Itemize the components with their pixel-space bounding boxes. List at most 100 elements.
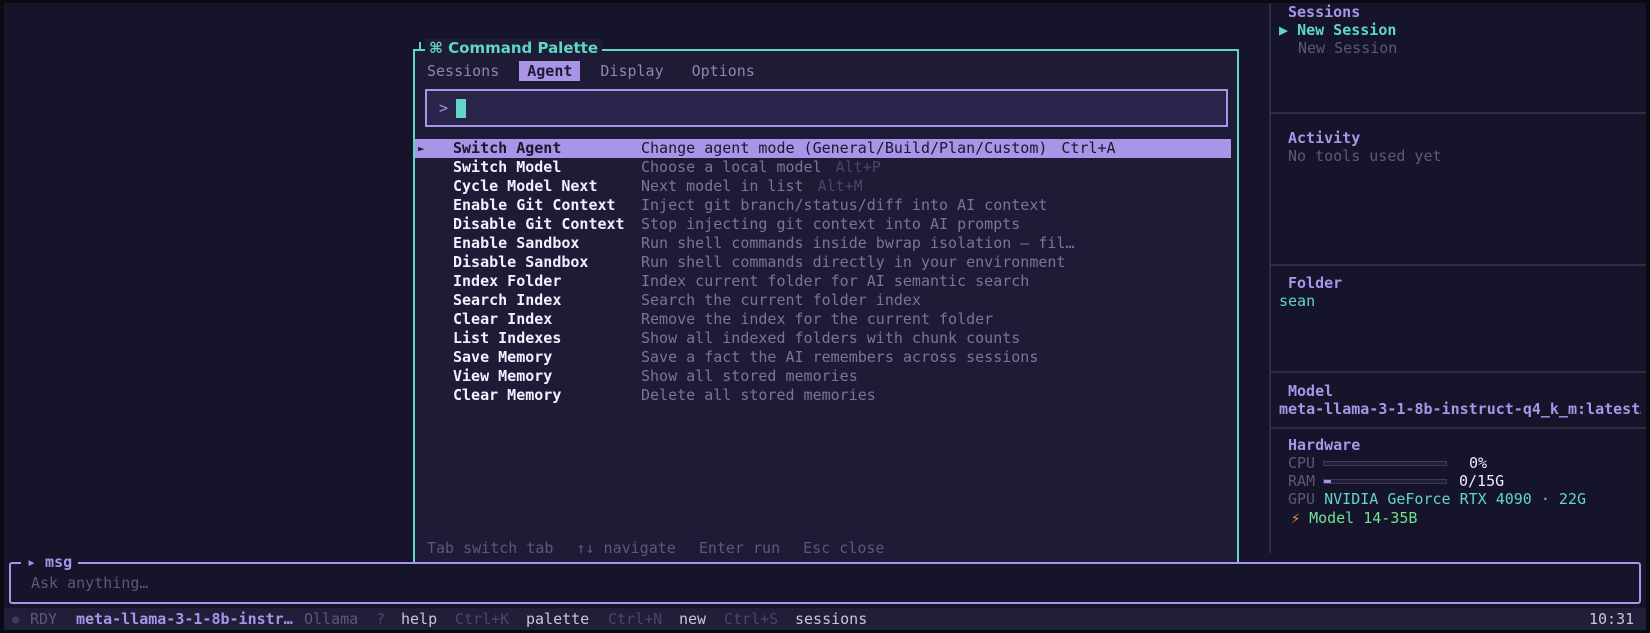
command-description-text: Search the current folder index (641, 291, 921, 309)
shortcut-new[interactable]: new (679, 608, 706, 630)
command-description-text: Remove the index for the current folder (641, 310, 994, 328)
tab-agent[interactable]: Agent (519, 61, 581, 81)
command-item[interactable]: Disable Sandbox Run shell commands direct… (415, 253, 1237, 272)
model-size-row: ⚡ Model 14-35B (1291, 509, 1417, 527)
divider (1271, 371, 1646, 373)
command-description: Save a fact the AI remembers across sess… (641, 348, 1038, 367)
status-text: RDY (30, 610, 58, 628)
tab-options[interactable]: Options (684, 61, 763, 81)
lightning-icon: ⚡ (1291, 509, 1301, 527)
shortcut-key: Ctrl+K (455, 610, 510, 628)
command-name: Switch Agent (453, 139, 562, 157)
command-description: Change agent mode (General/Build/Plan/Cu… (641, 139, 1116, 158)
command-name: Index Folder (453, 272, 562, 290)
shortcut-sessions[interactable]: sessions (795, 608, 867, 630)
tab-sessions[interactable]: Sessions (427, 61, 507, 81)
command-name: List Indexes (453, 329, 562, 347)
message-input[interactable]: ▸ msg Ask anything… (9, 553, 1641, 604)
session-label: New Session (1297, 21, 1397, 39)
command-item[interactable]: ► Switch Agent Change agent mode (General/… (415, 139, 1231, 158)
command-list: ► Switch Agent Change agent mode (General/… (415, 139, 1237, 405)
session-active-marker: ▶ (1279, 21, 1289, 39)
command-item[interactable]: Cycle Model Next Next model in list Alt+M (415, 177, 1237, 196)
command-item[interactable]: List Indexes Show all indexed folders wit… (415, 329, 1237, 348)
command-item[interactable]: Clear Memory Delete all stored memories (415, 386, 1237, 405)
text-cursor (456, 99, 466, 118)
command-description: Run shell commands directly in your envi… (641, 253, 1065, 272)
palette-title-text: ⌘ Command Palette (429, 39, 599, 57)
session-label: New Session (1298, 39, 1398, 57)
status-time: 10:31 (1589, 610, 1635, 628)
gpu-value: NVIDIA GeForce RTX 4090 · 22G (1324, 490, 1587, 508)
command-description-text: Show all stored memories (641, 367, 858, 385)
selected-arrow-icon: ► (418, 142, 425, 155)
command-description-text: Choose a local model (641, 158, 822, 176)
command-description-text: Next model in list (641, 177, 804, 195)
activity-text: No tools used yet (1288, 147, 1442, 165)
command-description-text: Index current folder for AI semantic sea… (641, 272, 1030, 290)
footer-hint: Esc close (803, 539, 885, 557)
sessions-title: Sessions (1288, 3, 1361, 21)
command-description: Show all stored memories (641, 367, 858, 386)
tab-display[interactable]: Display (592, 61, 671, 81)
command-name: View Memory (453, 367, 553, 385)
command-name: Disable Git Context (453, 215, 625, 233)
command-name: Enable Sandbox (453, 234, 580, 252)
command-item[interactable]: Enable Sandbox Run shell commands inside … (415, 234, 1237, 253)
session-item-active[interactable]: ▶ New Session (1279, 21, 1396, 39)
command-description: Stop injecting git context into AI promp… (641, 215, 1020, 234)
command-description: Delete all stored memories (641, 386, 876, 405)
command-description: Inject git branch/status/diff into AI co… (641, 196, 1047, 215)
command-description-text: Save a fact the AI remembers across sess… (641, 348, 1039, 366)
command-shortcut: Alt+P (835, 158, 881, 176)
command-item[interactable]: Switch Model Choose a local model Alt+P (415, 158, 1237, 177)
gpu-label: GPU (1288, 490, 1316, 508)
command-description-text: Delete all stored memories (641, 386, 876, 404)
command-name: Search Index (453, 291, 562, 309)
command-description-text: Run shell commands directly in your envi… (641, 253, 1066, 271)
command-description-text: Inject git branch/status/diff into AI co… (641, 196, 1048, 214)
command-description: Search the current folder index (641, 291, 921, 310)
msg-label: ▸ msg (21, 553, 79, 571)
palette-search-input[interactable]: > (425, 89, 1228, 127)
shortcut-key: Ctrl+S (724, 610, 779, 628)
hardware-title: Hardware (1288, 436, 1361, 454)
ram-value: 0/15G (1459, 472, 1505, 490)
msg-placeholder: Ask anything… (31, 574, 149, 592)
footer-hint: Enter run (698, 539, 781, 557)
status-model[interactable]: meta-llama-3-1-8b-instr… (76, 608, 293, 630)
footer-hint: ↑↓ navigate (576, 539, 676, 557)
ram-row: RAM (1288, 472, 1315, 490)
command-shortcut: Ctrl+A (1061, 139, 1116, 157)
command-shortcut: Alt+M (817, 177, 863, 195)
command-description: Remove the index for the current folder (641, 310, 993, 329)
command-item[interactable]: Search Index Search the current folder in… (415, 291, 1237, 310)
command-name: Enable Git Context (453, 196, 616, 214)
ram-meter (1323, 479, 1447, 484)
command-description-text: Show all indexed folders with chunk coun… (641, 329, 1021, 347)
ram-meter-fill (1324, 480, 1332, 483)
status-provider: Ollama (304, 610, 359, 628)
command-item[interactable]: Index Folder Index current folder for AI … (415, 272, 1237, 291)
command-name: Clear Index (453, 310, 553, 328)
app-root: Sessions ▶ New Session New Session Activ… (4, 3, 1646, 630)
cpu-row: CPU (1288, 454, 1315, 472)
command-item[interactable]: Clear Index Remove the index for the curr… (415, 310, 1237, 329)
cpu-label: CPU (1288, 454, 1316, 472)
divider (1271, 427, 1646, 429)
cpu-meter (1323, 461, 1447, 466)
title-tick (419, 42, 421, 50)
command-description: Next model in list Alt+M (641, 177, 863, 196)
command-item[interactable]: Enable Git Context Inject git branch/stat… (415, 196, 1237, 215)
model-value: meta-llama-3-1-8b-instruct-q4_k_m:latest… (1279, 400, 1641, 418)
status-dot-icon: ● (12, 612, 20, 626)
command-description-text: Change agent mode (General/Build/Plan/Cu… (641, 139, 1048, 157)
command-item[interactable]: Save Memory Save a fact the AI remembers … (415, 348, 1237, 367)
command-description: Index current folder for AI semantic sea… (641, 272, 1029, 291)
command-item[interactable]: View Memory Show all stored memories (415, 367, 1237, 386)
shortcut-palette[interactable]: palette (526, 608, 589, 630)
command-name: Switch Model (453, 158, 562, 176)
session-item[interactable]: New Session (1298, 39, 1397, 57)
command-item[interactable]: Disable Git Context Stop injecting git co… (415, 215, 1237, 234)
shortcut-help[interactable]: help (401, 608, 437, 630)
